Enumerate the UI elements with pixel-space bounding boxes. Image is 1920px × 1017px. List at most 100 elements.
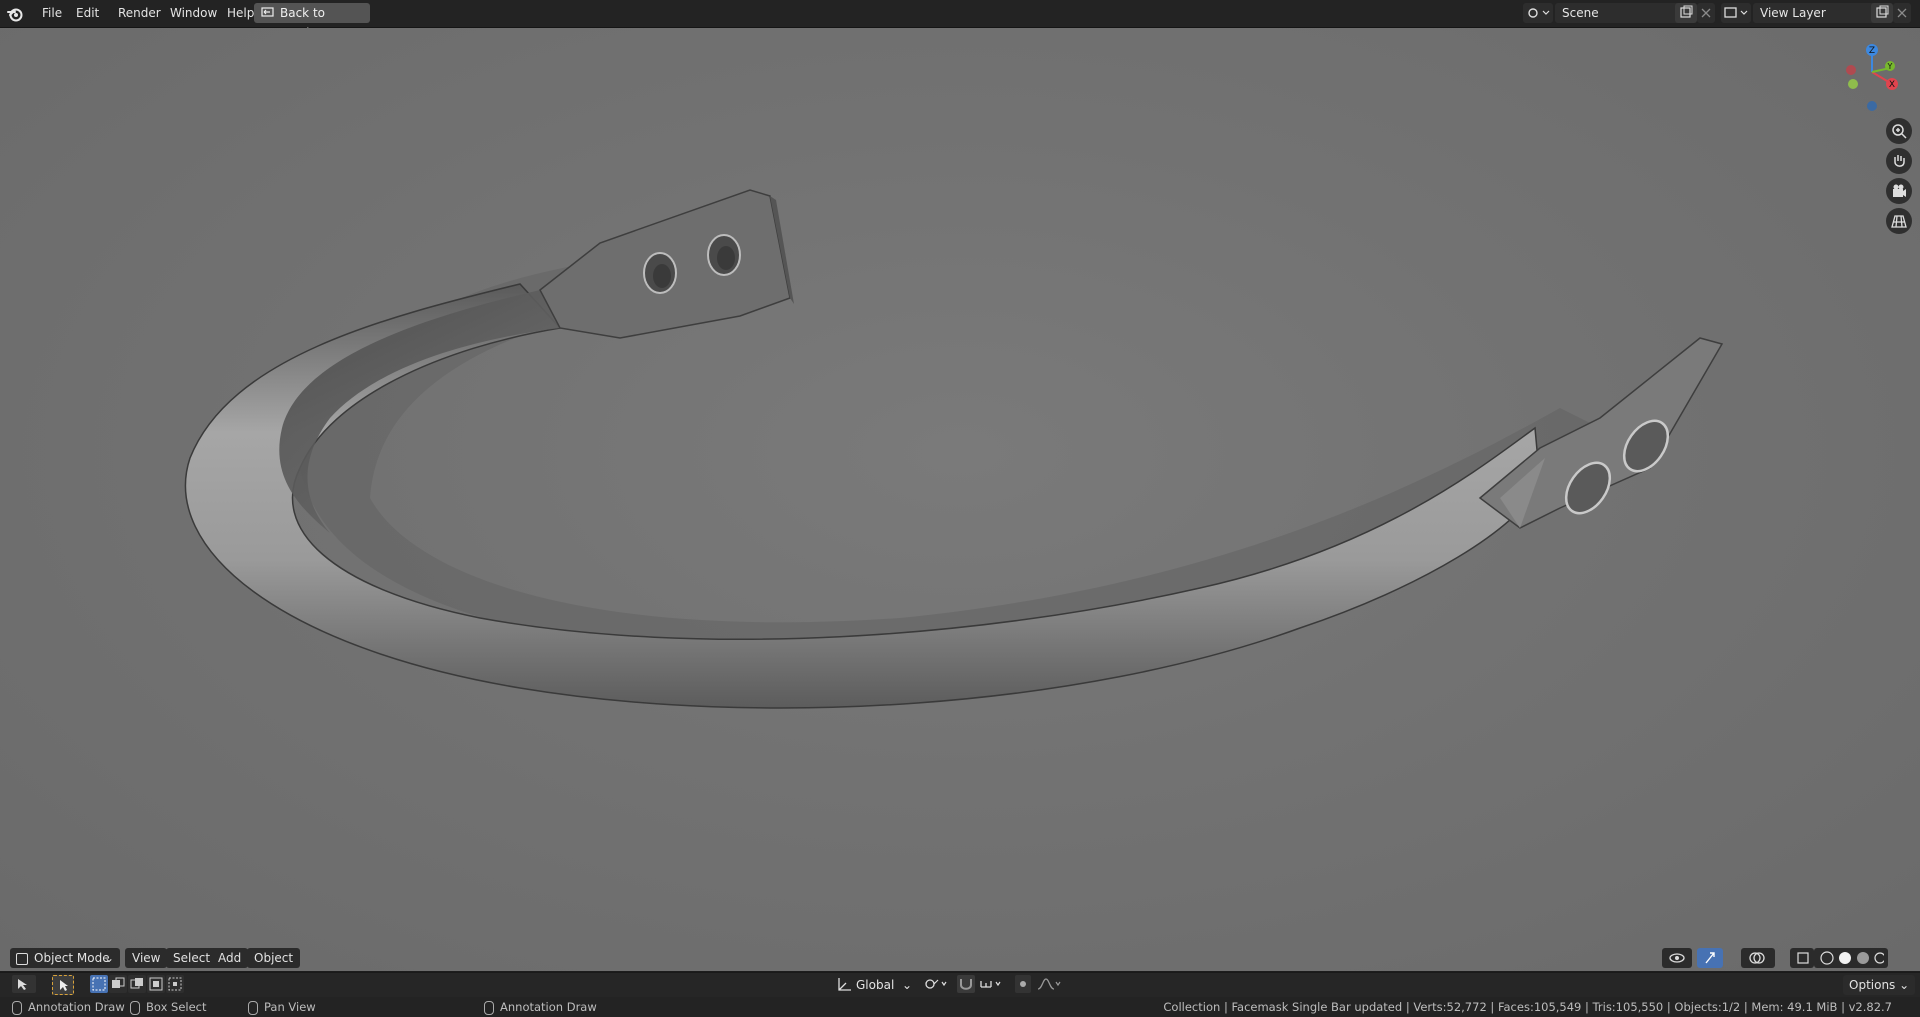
selection-mode-invert[interactable] (147, 975, 165, 993)
proportional-edit-icon (1020, 981, 1026, 987)
snap-toggle[interactable] (957, 975, 975, 993)
object-menu[interactable]: Object (247, 948, 301, 968)
axis-z-label: Z (1869, 46, 1875, 56)
menu-file[interactable]: File (37, 5, 67, 22)
object-mode-dropdown[interactable]: Object Mode ⌄ (10, 948, 120, 968)
rendered-shading-icon[interactable] (1874, 952, 1886, 964)
options-label: Options (1849, 978, 1896, 992)
transform-orientation-dropdown[interactable]: Global ⌄ (856, 975, 912, 995)
orientation-icon (836, 975, 852, 993)
falloff-dropdown[interactable] (1036, 975, 1064, 993)
xray-icon (1797, 952, 1809, 964)
menu-edit[interactable]: Edit (71, 5, 104, 22)
cursor-icon (60, 980, 68, 991)
gizmo-toggle[interactable] (1697, 948, 1723, 968)
selection-mode-extend[interactable] (109, 975, 127, 993)
mouse-middle-icon (130, 1000, 140, 1015)
selection-mode-intersect[interactable] (166, 975, 184, 993)
grid-icon (1891, 215, 1907, 228)
select-menu[interactable]: Select (166, 948, 218, 968)
select-extend-icon (112, 977, 125, 988)
menu-render[interactable]: Render (113, 5, 166, 22)
status-right-action: Annotation Draw (500, 1000, 597, 1014)
perspective-toggle-button[interactable] (1886, 208, 1912, 234)
pivot-icon (925, 979, 947, 989)
falloff-curve-icon (1037, 978, 1061, 990)
zoom-view-button[interactable] (1886, 118, 1912, 144)
status-middle1-action: Box Select (146, 1000, 207, 1014)
facemask-bar-mesh[interactable] (0, 28, 1920, 971)
select-subtract-icon (130, 978, 143, 989)
tool-settings-bar: Global ⌄ Options ⌄ (0, 972, 1920, 998)
duplicate-icon (1876, 5, 1889, 18)
selection-mode-new[interactable] (90, 975, 108, 993)
status-left-action: Annotation Draw (28, 1000, 125, 1014)
select-cursor-button[interactable] (52, 975, 74, 995)
xray-toggle[interactable] (1790, 948, 1814, 968)
material-shading-icon[interactable] (1857, 952, 1869, 964)
render-layers-icon (1724, 7, 1748, 18)
axis-y-label: Y (1887, 62, 1893, 71)
mouse-left-icon (12, 1000, 22, 1015)
options-dropdown[interactable]: Options ⌄ (1843, 975, 1916, 995)
status-middle2-mouse: Pan View (248, 997, 316, 1017)
new-view-layer-button[interactable] (1871, 3, 1893, 23)
chevron-down-icon: ⌄ (901, 978, 912, 992)
tool-dropdown[interactable] (12, 975, 36, 993)
blender-logo-icon[interactable] (6, 5, 24, 23)
scene-name-field[interactable]: Scene (1555, 3, 1682, 23)
3d-viewport[interactable]: Z X Y (0, 28, 1920, 971)
visibility-dropdown[interactable] (1662, 948, 1692, 968)
delete-view-layer-button[interactable] (1893, 3, 1911, 23)
hand-icon (1894, 155, 1905, 167)
new-scene-button[interactable] (1675, 3, 1697, 23)
back-to-previous-button[interactable]: Back to Previous (254, 3, 370, 40)
close-icon (1701, 8, 1711, 18)
proportional-editing-toggle[interactable] (1015, 975, 1031, 993)
close-icon (1897, 8, 1907, 18)
overlays-dropdown[interactable] (1741, 948, 1775, 968)
view-menu[interactable]: View (125, 948, 168, 968)
scene-type-dropdown[interactable] (1523, 3, 1553, 23)
viewport-header: Object Mode ⌄ View Select Add Object (0, 945, 1920, 971)
status-bar: Annotation Draw Box Select Pan View Anno… (0, 997, 1920, 1017)
delete-scene-button[interactable] (1697, 3, 1715, 23)
solid-shading-icon[interactable] (1839, 952, 1851, 964)
pivot-point-dropdown[interactable] (922, 975, 950, 993)
wireframe-shading-icon[interactable] (1820, 951, 1834, 965)
top-bar: File Edit Render Window Help Back to Pre… (0, 0, 1920, 40)
view-layer-type-dropdown[interactable] (1721, 3, 1751, 23)
magnet-icon (960, 979, 972, 990)
snap-target-dropdown[interactable] (978, 975, 1006, 993)
shading-icons (1820, 951, 1886, 965)
duplicate-icon (1680, 5, 1693, 18)
mouse-right-icon (484, 1000, 494, 1015)
select-tool-icon (18, 979, 27, 990)
camera-view-button[interactable] (1886, 178, 1912, 204)
status-middle2-action: Pan View (264, 1000, 316, 1014)
select-new-icon (92, 977, 106, 991)
shading-mode-group (1814, 948, 1888, 968)
add-menu[interactable]: Add (211, 948, 249, 968)
orientation-gizmo[interactable]: Z X Y (1840, 40, 1904, 114)
status-left-mouse: Annotation Draw (12, 997, 125, 1017)
camera-icon (1893, 184, 1906, 197)
scene-icon (1528, 8, 1550, 18)
status-right-mouse: Annotation Draw (484, 997, 597, 1017)
chevron-down-icon: ⌄ (1899, 978, 1910, 992)
selection-mode-subtract[interactable] (128, 975, 146, 993)
pan-view-button[interactable] (1886, 148, 1912, 174)
back-screen-icon (261, 7, 274, 17)
axis-x-label: X (1889, 80, 1895, 90)
snap-increment-icon (980, 981, 1001, 988)
transform-orientation-label: Global (856, 978, 895, 992)
chevron-down-icon: ⌄ (103, 951, 114, 965)
mouse-middle-icon (248, 1000, 258, 1015)
menu-window[interactable]: Window (165, 5, 222, 22)
view-layer-name-field[interactable]: View Layer (1753, 3, 1878, 23)
overlay-icon (1749, 952, 1765, 964)
object-mode-icon (16, 952, 28, 965)
select-invert-icon (149, 977, 163, 991)
status-middle-mouse: Box Select (130, 997, 207, 1017)
eye-icon (1669, 953, 1685, 963)
